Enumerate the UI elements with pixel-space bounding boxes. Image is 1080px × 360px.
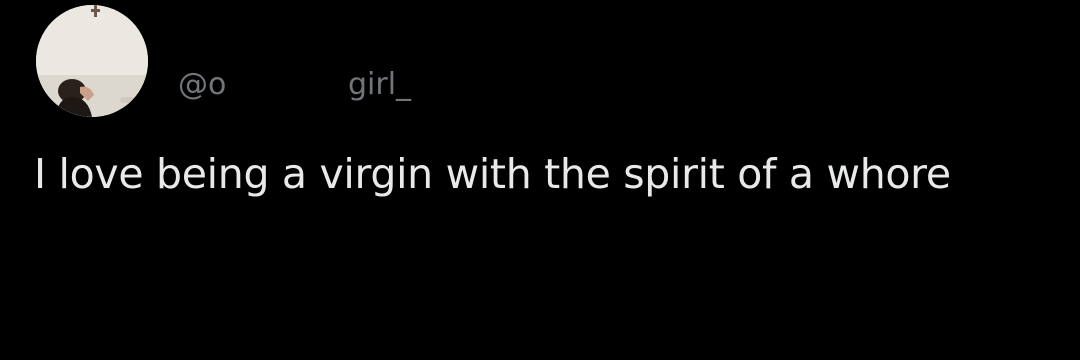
tweet-text: I love being a virgin with the spirit of… — [34, 150, 951, 198]
tweet-card: @o girl_ I love being a virgin with the … — [0, 0, 1080, 360]
handle-prefix[interactable]: @o — [178, 63, 226, 107]
handle-suffix[interactable]: girl_ — [348, 63, 411, 107]
avatar[interactable] — [36, 5, 148, 117]
profile-photo-icon — [36, 5, 148, 117]
author-handle[interactable]: @o girl_ — [178, 63, 578, 107]
